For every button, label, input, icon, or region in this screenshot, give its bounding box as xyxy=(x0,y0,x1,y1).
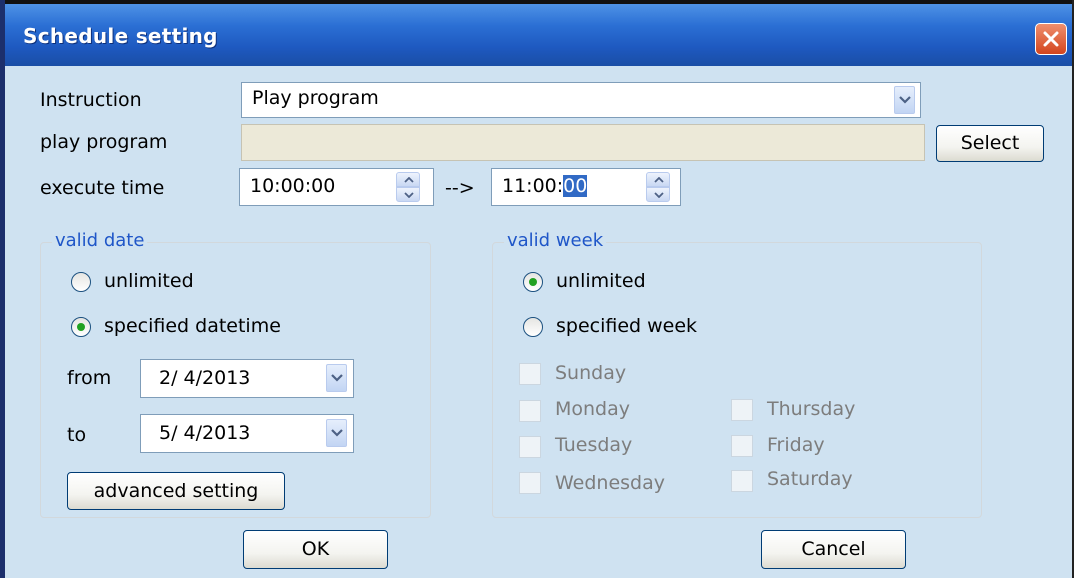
to-date-picker[interactable]: 5/ 4/2013 xyxy=(140,414,354,453)
window-left-edge xyxy=(0,0,5,578)
from-label: from xyxy=(67,367,112,389)
valid-date-specified-radio[interactable] xyxy=(71,317,91,337)
chevron-down-icon xyxy=(331,429,343,437)
start-time-spinner[interactable] xyxy=(396,172,420,202)
to-date-dropdown-button[interactable] xyxy=(326,419,347,447)
valid-date-unlimited-label: unlimited xyxy=(104,270,194,292)
thursday-label: Thursday xyxy=(767,398,856,420)
execute-time-label: execute time xyxy=(40,177,165,199)
instruction-dropdown[interactable]: Play program xyxy=(241,82,921,118)
end-time-prefix: 11:00: xyxy=(502,175,564,197)
window-title: Schedule setting xyxy=(23,24,218,48)
to-label: to xyxy=(67,424,87,446)
time-range-arrow: --> xyxy=(445,177,475,199)
sunday-checkbox[interactable] xyxy=(519,363,541,385)
select-button[interactable]: Select xyxy=(936,125,1044,162)
chevron-down-icon xyxy=(654,192,664,198)
valid-date-specified-label: specified datetime xyxy=(104,315,281,337)
end-time-spinner[interactable] xyxy=(646,172,670,202)
play-program-field[interactable] xyxy=(241,124,925,161)
monday-label: Monday xyxy=(555,398,631,420)
end-time-value: 11:00:00 xyxy=(502,175,588,197)
window-right-edge xyxy=(1072,0,1078,578)
chevron-down-icon xyxy=(331,374,343,382)
instruction-dropdown-button[interactable] xyxy=(894,86,915,114)
friday-label: Friday xyxy=(767,434,825,456)
cancel-button[interactable]: Cancel xyxy=(761,530,906,569)
end-time-decrement[interactable] xyxy=(646,187,670,202)
instruction-value: Play program xyxy=(252,87,379,109)
start-time-input[interactable]: 10:00:00 xyxy=(239,168,434,206)
tuesday-label: Tuesday xyxy=(555,434,633,456)
start-time-value: 10:00:00 xyxy=(250,175,336,197)
valid-week-unlimited-radio[interactable] xyxy=(523,272,543,292)
from-date-dropdown-button[interactable] xyxy=(326,364,347,392)
start-time-increment[interactable] xyxy=(396,172,420,187)
chevron-down-icon xyxy=(404,192,414,198)
wednesday-label: Wednesday xyxy=(555,472,666,494)
valid-week-specified-label: specified week xyxy=(556,315,698,337)
thursday-checkbox[interactable] xyxy=(731,399,753,421)
end-time-increment[interactable] xyxy=(646,172,670,187)
radio-selected-dot xyxy=(529,278,537,286)
close-icon xyxy=(1043,31,1059,47)
end-time-selected-seconds: 00 xyxy=(563,175,588,197)
chevron-up-icon xyxy=(404,177,414,183)
instruction-label: Instruction xyxy=(40,89,142,111)
friday-checkbox[interactable] xyxy=(731,435,753,457)
sunday-label: Sunday xyxy=(555,362,627,384)
saturday-checkbox[interactable] xyxy=(731,470,753,492)
from-date-value: 2/ 4/2013 xyxy=(159,367,251,389)
valid-week-unlimited-label: unlimited xyxy=(556,270,646,292)
valid-week-title: valid week xyxy=(504,230,607,251)
wednesday-checkbox[interactable] xyxy=(519,472,541,494)
chevron-up-icon xyxy=(654,177,664,183)
play-program-label: play program xyxy=(40,131,168,153)
valid-week-specified-radio[interactable] xyxy=(523,317,543,337)
tuesday-checkbox[interactable] xyxy=(519,436,541,458)
chevron-down-icon xyxy=(899,96,911,104)
saturday-label: Saturday xyxy=(767,468,853,490)
radio-selected-dot xyxy=(77,323,85,331)
valid-date-unlimited-radio[interactable] xyxy=(71,272,91,292)
title-bar[interactable]: Schedule setting xyxy=(5,4,1072,66)
from-date-picker[interactable]: 2/ 4/2013 xyxy=(140,359,354,398)
start-time-decrement[interactable] xyxy=(396,187,420,202)
monday-checkbox[interactable] xyxy=(519,400,541,422)
advanced-setting-button[interactable]: advanced setting xyxy=(67,472,285,510)
close-button[interactable] xyxy=(1035,23,1067,55)
to-date-value: 5/ 4/2013 xyxy=(159,422,251,444)
end-time-input[interactable]: 11:00:00 xyxy=(491,168,681,206)
ok-button[interactable]: OK xyxy=(243,530,388,569)
schedule-setting-dialog: Schedule setting Instruction Play progra… xyxy=(0,0,1072,578)
valid-date-title: valid date xyxy=(52,230,148,251)
